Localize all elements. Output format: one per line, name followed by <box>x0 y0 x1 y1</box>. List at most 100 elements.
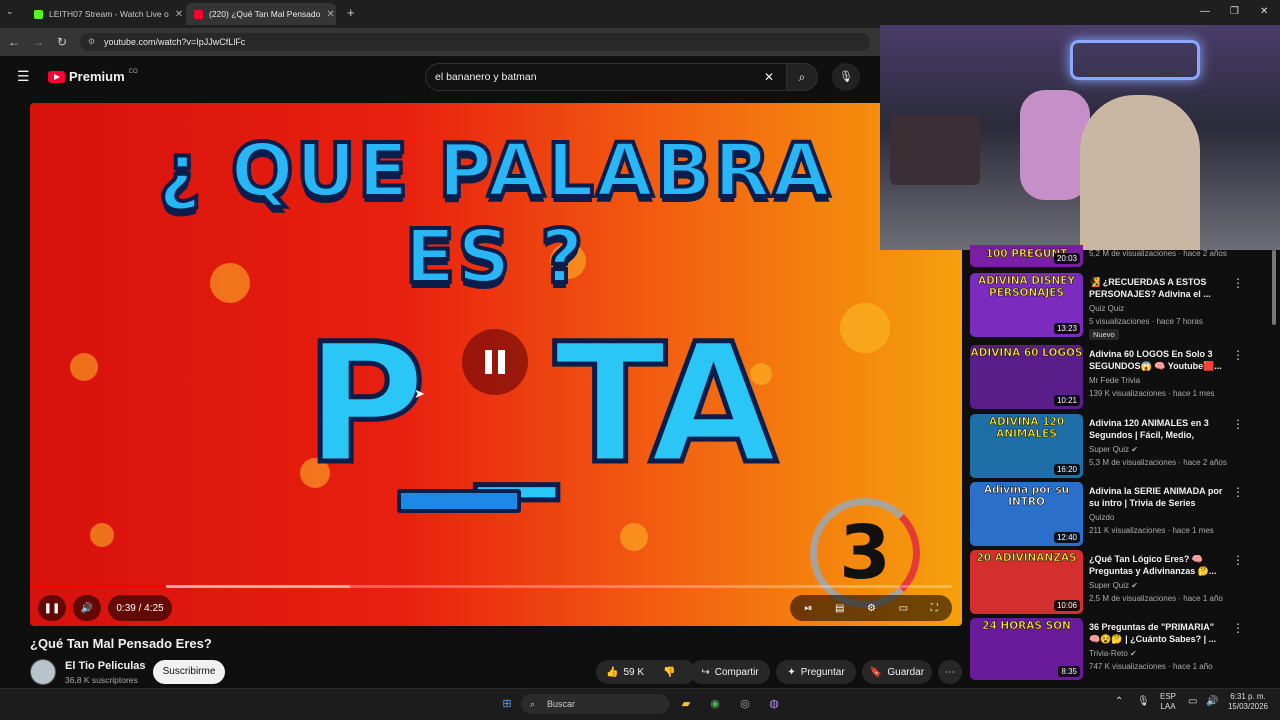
video-meta: 5,2 M de visualizaciones · hace 2 años <box>1089 249 1227 258</box>
video-thumbnail[interactable]: ADIVINA 60 LOGOS 10:21 <box>970 345 1083 409</box>
volume-icon[interactable]: 🔊 <box>1206 697 1218 707</box>
channel-name[interactable]: Quizdo <box>1089 513 1114 522</box>
video-title[interactable]: 🧏 ¿RECUERDAS A ESTOS PERSONAJES? Adivina… <box>1089 276 1224 300</box>
search-input[interactable]: el bananero y batman ✕ <box>425 63 787 91</box>
video-title[interactable]: 36 Preguntas de "PRIMARIA" 🧠😵🤔 | ¿Cuánto… <box>1089 621 1224 645</box>
channel-name[interactable]: Mr Fede Trivia <box>1089 376 1140 385</box>
video-thumbnail[interactable]: 24 HORAS SON 8:35 <box>970 618 1083 680</box>
network-icon[interactable]: ▭ <box>1188 697 1197 707</box>
youtube-premium-logo[interactable]: Premium CO <box>48 69 138 84</box>
volume-button[interactable]: 🔊 <box>73 595 101 621</box>
tray-chevron-icon[interactable]: ⌃ <box>1115 697 1123 707</box>
video-title[interactable]: Adivina 60 LOGOS En Solo 3 SEGUNDOS😱 🧠 Y… <box>1089 348 1224 372</box>
thumbnail-text: Adivina por su INTRO <box>983 484 1070 509</box>
pause-button[interactable]: ❚❚ <box>38 595 66 621</box>
search-button[interactable]: ⌕ <box>786 63 818 91</box>
tab-list-icon[interactable]: ⌄ <box>6 6 14 17</box>
sidebar-scrollbar[interactable] <box>1272 250 1276 325</box>
video-meta: 5,3 M de visualizaciones · hace 2 años <box>1089 458 1227 467</box>
app-icon[interactable]: ◍ <box>765 695 783 713</box>
recommended-item[interactable]: 20 ADIVINANZAS 10:06 ¿Qué Tan Lógico Ere… <box>970 550 1270 616</box>
video-title[interactable]: Adivina la SERIE ANIMADA por su intro | … <box>1089 485 1224 509</box>
clock[interactable]: 6:31 p. m. 15/03/2026 <box>1224 692 1272 712</box>
more-options-icon[interactable]: ⋮ <box>1232 276 1244 290</box>
microphone-icon[interactable]: 🎙 <box>1137 697 1150 707</box>
video-player[interactable]: ¿ QUE PALABRA ES ? P _TA 3 <box>30 103 962 626</box>
duration-badge: 10:21 <box>1053 395 1080 406</box>
more-options-icon[interactable]: ⋮ <box>1232 485 1244 499</box>
tab-kick-stream[interactable]: LEITH07 Stream - Watch Live o ✕ <box>26 3 182 25</box>
tab-label: (220) ¿Qué Tan Mal Pensado <box>209 9 321 19</box>
subtitles-icon[interactable]: ▤ <box>835 603 844 614</box>
video-thumbnail[interactable]: ADIVINA DISNEY PERSONAJES 13:23 <box>970 273 1083 337</box>
recommended-item[interactable]: ADIVINA DISNEY PERSONAJES 13:23 🧏 ¿RECUE… <box>970 273 1270 340</box>
channel-avatar[interactable] <box>30 659 56 685</box>
url-text: youtube.com/watch?v=IpJJwCfLlFc <box>104 37 246 47</box>
recommended-item[interactable]: Adivina por su INTRO 12:40 Adivina la SE… <box>970 482 1270 548</box>
channel-name[interactable]: Super Quiz ✔ <box>1089 445 1138 454</box>
windows-start-icon[interactable]: ⊞ <box>498 695 516 713</box>
language-indicator[interactable]: ESP LAA <box>1157 692 1179 712</box>
kick-favicon-icon <box>34 9 43 19</box>
app-icon[interactable]: ◎ <box>736 695 754 713</box>
video-thumbnail[interactable]: Adivina por su INTRO 12:40 <box>970 482 1083 546</box>
channel-name[interactable]: Super Quiz ✔ <box>1089 581 1138 590</box>
more-options-icon[interactable]: ⋮ <box>1232 621 1244 635</box>
close-icon[interactable]: ✕ <box>326 9 334 20</box>
settings-gear-icon[interactable]: ⚙ <box>867 603 876 614</box>
forward-icon[interactable]: → <box>30 34 46 50</box>
video-progress-bar[interactable] <box>30 585 952 588</box>
subscriber-count: 36,8 K suscriptores <box>65 675 138 685</box>
close-icon[interactable]: ✕ <box>175 9 182 20</box>
youtube-logo-icon <box>48 70 65 83</box>
tab-youtube-video[interactable]: (220) ¿Qué Tan Mal Pensado ✕ <box>186 3 336 25</box>
thumbnail-text: ADIVINA 120 ANIMALES <box>988 416 1065 441</box>
site-info-icon[interactable]: ⚙ <box>88 33 95 51</box>
video-thumbnail[interactable]: 20 ADIVINANZAS 10:06 <box>970 550 1083 614</box>
recommended-item[interactable]: 24 HORAS SON 8:35 36 Preguntas de "PRIMA… <box>970 618 1270 682</box>
theater-mode-icon[interactable]: ▭ <box>899 603 908 614</box>
file-explorer-icon[interactable]: ▰ <box>677 695 695 713</box>
url-field[interactable]: ⚙ youtube.com/watch?v=IpJJwCfLlFc <box>80 33 870 51</box>
restore-icon[interactable]: ❐ <box>1230 6 1239 17</box>
voice-search-button[interactable]: 🎙 <box>832 63 860 91</box>
save-button[interactable]: 🔖 Guardar <box>862 660 932 684</box>
more-options-icon[interactable]: ⋮ <box>1232 417 1244 431</box>
ask-button[interactable]: ✦ Preguntar <box>776 660 856 684</box>
reload-icon[interactable]: ↻ <box>54 34 70 50</box>
recommended-item[interactable]: ADIVINA 60 LOGOS 10:21 Adivina 60 LOGOS … <box>970 345 1270 411</box>
more-options-icon[interactable]: ⋮ <box>1232 348 1244 362</box>
taskbar-search[interactable]: ⌕ Buscar <box>521 694 669 714</box>
menu-icon[interactable]: ☰ <box>17 68 30 85</box>
more-actions-button[interactable]: ⋯ <box>938 660 962 684</box>
recommended-item[interactable]: ADIVINA 120 ANIMALES 16:20 Adivina 120 A… <box>970 414 1270 480</box>
more-icon: ⋯ <box>945 666 955 678</box>
video-title[interactable]: ¿Qué Tan Lógico Eres? 🧠 Preguntas y Adiv… <box>1089 553 1224 577</box>
video-title[interactable]: Adivina 120 ANIMALES en 3 Segundos | Fác… <box>1089 417 1224 442</box>
autoplay-toggle-icon[interactable]: ⏯ <box>804 603 812 614</box>
share-button[interactable]: ↪ Compartir <box>690 660 770 684</box>
minimize-icon[interactable]: — <box>1200 6 1210 17</box>
video-thumbnail[interactable]: ADIVINA 120 ANIMALES 16:20 <box>970 414 1083 478</box>
channel-name[interactable]: El Tio Peliculas <box>65 660 146 672</box>
video-meta: 211 K visualizaciones · hace 1 mes <box>1089 526 1214 535</box>
new-tab-icon[interactable]: + <box>347 5 355 20</box>
subscribe-button[interactable]: Suscribirme <box>153 660 225 684</box>
dislike-icon[interactable]: 👎 <box>663 667 675 678</box>
back-icon[interactable]: ← <box>6 34 22 50</box>
channel-name[interactable]: Quiz Quiz <box>1089 304 1124 313</box>
like-count[interactable]: 59 K <box>623 667 644 678</box>
tab-label: LEITH07 Stream - Watch Live o <box>49 9 169 19</box>
more-options-icon[interactable]: ⋮ <box>1232 553 1244 567</box>
like-icon[interactable]: 👍 <box>606 667 618 678</box>
recommended-item-partial[interactable]: 100 PREGUNT 20:03 5,2 M de visualizacion… <box>970 245 1270 267</box>
thumbnail-text: ADIVINA 60 LOGOS <box>970 347 1083 360</box>
duration-badge: 8:35 <box>1058 666 1080 677</box>
chrome-icon[interactable]: ◉ <box>706 695 724 713</box>
clear-search-icon[interactable]: ✕ <box>764 64 774 90</box>
channel-name[interactable]: Trivia-Reto ✔ <box>1089 649 1137 658</box>
streamer-image <box>1080 95 1200 250</box>
video-thumbnail[interactable]: 100 PREGUNT 20:03 <box>970 245 1083 267</box>
close-window-icon[interactable]: ✕ <box>1260 6 1268 17</box>
fullscreen-icon[interactable]: ⛶ <box>931 603 938 614</box>
